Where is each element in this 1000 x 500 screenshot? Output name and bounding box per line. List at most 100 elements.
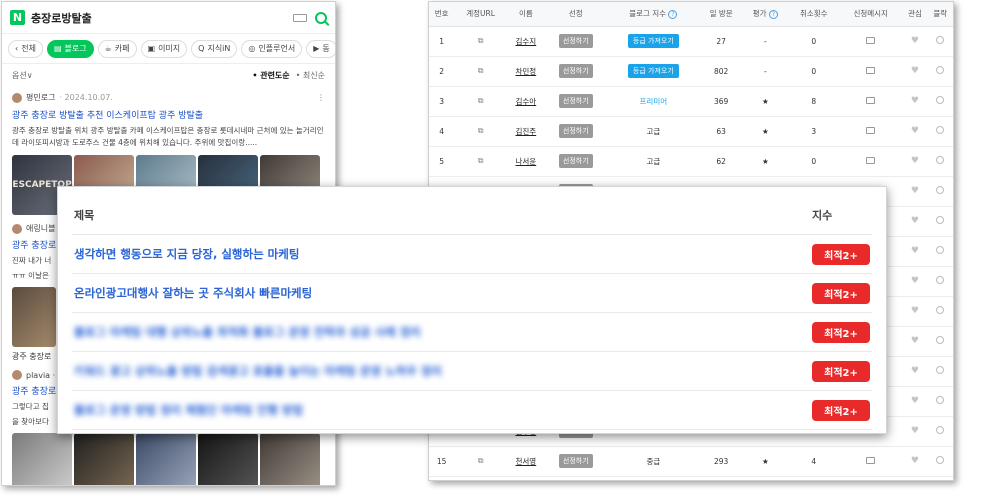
naver-logo[interactable]: N — [10, 10, 25, 25]
block-icon[interactable] — [936, 246, 945, 254]
block-icon[interactable] — [936, 426, 945, 434]
message-icon[interactable] — [866, 156, 876, 164]
row-number: 1 — [429, 26, 455, 57]
tab-influencer[interactable]: ◎ 인플루언서 — [241, 39, 303, 58]
blogger-name-link[interactable]: 김수아 — [516, 97, 537, 106]
external-link-icon[interactable]: ⧉ — [478, 156, 484, 165]
block-icon[interactable] — [936, 126, 945, 134]
thumbnail-image[interactable] — [74, 433, 134, 485]
avatar[interactable] — [12, 370, 22, 380]
post-description[interactable]: 광주 충장로 방탈출 위치 광주 방탈출 카페 이스케이프탑은 충장로 롯데시네… — [12, 125, 325, 149]
fetch-grade-button[interactable]: 등급 가져오기 — [627, 34, 679, 48]
external-link-icon[interactable]: ⧉ — [478, 96, 484, 105]
avatar[interactable] — [12, 92, 22, 103]
tab-blog[interactable]: ▤ 블로그 — [46, 39, 94, 58]
external-link-icon[interactable]: ⧉ — [478, 36, 484, 45]
heart-icon[interactable]: ♥ — [911, 426, 919, 436]
post-title-link[interactable]: 키워드 광고 상위노출 방법 검색광고 효율을 높이는 마케팅 운영 노하우 정… — [72, 363, 812, 379]
block-icon[interactable] — [936, 36, 945, 44]
tab-video[interactable]: ▶ 동 — [306, 39, 335, 58]
blogger-name-link[interactable]: 김수지 — [516, 37, 537, 46]
message-icon[interactable] — [866, 126, 876, 134]
blogger-name-link[interactable]: 천서영 — [516, 457, 537, 466]
post-title-link[interactable]: 블로그 운영 방법 정리 체험단 마케팅 진행 방법 — [72, 402, 812, 418]
thumbnail-image[interactable] — [12, 433, 72, 485]
message-icon[interactable] — [866, 96, 876, 104]
post-title-link[interactable]: 생각하면 행동으로 지금 당장, 실행하는 마케팅 — [72, 246, 812, 262]
search-header: N 충장로방탈출 — [2, 2, 335, 34]
heart-icon[interactable]: ♥ — [911, 246, 919, 256]
select-button[interactable]: 선정하기 — [558, 94, 593, 108]
message-icon[interactable] — [866, 36, 876, 44]
select-button[interactable]: 선정하기 — [558, 454, 593, 468]
block-icon[interactable] — [936, 366, 945, 374]
external-link-icon[interactable]: ⧉ — [478, 66, 484, 75]
blogger-name-link[interactable]: 차민정 — [516, 67, 537, 76]
blogger-name-link[interactable]: 나서윤 — [516, 157, 537, 166]
block-icon[interactable] — [936, 66, 945, 74]
heart-icon[interactable]: ♥ — [911, 156, 919, 166]
block-icon[interactable] — [936, 306, 945, 314]
help-icon[interactable]: ? — [668, 9, 678, 19]
table-row: 3 ⧉ 김수아 선정하기 프리미어 369 ★ 8 ♥ — [429, 86, 953, 117]
daily-visits: 62 — [699, 146, 743, 177]
col-number: 번호 — [429, 2, 455, 27]
thumbnail-image[interactable] — [12, 287, 56, 347]
block-icon[interactable] — [936, 336, 945, 344]
tab-all[interactable]: ‹ 전체 — [8, 39, 43, 58]
external-link-icon[interactable]: ⧉ — [478, 126, 484, 135]
options-dropdown[interactable]: 옵션 — [12, 70, 27, 81]
heart-icon[interactable]: ♥ — [911, 216, 919, 226]
thumbnail-image[interactable] — [198, 433, 258, 485]
select-button[interactable]: 선정하기 — [558, 124, 593, 138]
heart-icon[interactable]: ♥ — [911, 456, 919, 466]
search-icon[interactable] — [315, 11, 327, 24]
heart-icon[interactable]: ♥ — [911, 366, 919, 376]
blogger-name-link[interactable]: 김진주 — [516, 127, 537, 136]
tab-cafe[interactable]: ☕ 카페 — [97, 39, 137, 58]
post-title-link[interactable]: 온라인광고대행사 잘하는 곳 주식회사 빠른마케팅 — [72, 285, 812, 301]
block-icon[interactable] — [936, 156, 945, 164]
block-icon[interactable] — [936, 276, 945, 284]
avatar[interactable] — [12, 223, 22, 234]
heart-icon[interactable]: ♥ — [911, 96, 919, 106]
tab-kin[interactable]: Q 지식iN — [191, 39, 238, 58]
post-title[interactable]: 광주 충장로 방탈출 추천 이스케이프탑 광주 방탈출 — [12, 108, 325, 121]
select-button[interactable]: 선정하기 — [558, 34, 593, 48]
post-author[interactable]: 평민로그 — [26, 92, 55, 103]
select-button[interactable]: 선정하기 — [558, 64, 593, 78]
thumbnail-image[interactable] — [260, 433, 320, 485]
message-icon[interactable] — [866, 456, 876, 464]
heart-icon[interactable]: ♥ — [911, 306, 919, 316]
heart-icon[interactable]: ♥ — [911, 336, 919, 346]
tab-image[interactable]: ▣ 이미지 — [140, 39, 188, 58]
heart-icon[interactable]: ♥ — [911, 36, 919, 46]
external-link-icon[interactable]: ⧉ — [478, 456, 484, 465]
post-title-link[interactable]: 블로그 마케팅 대행 상위노출 최적화 블로그 운영 전략과 성공 사례 정리 — [72, 324, 812, 340]
block-icon[interactable] — [936, 216, 945, 224]
block-icon[interactable] — [936, 456, 945, 464]
thumbnail-image[interactable] — [136, 433, 196, 485]
sort-latest[interactable]: • 최신순 — [296, 70, 325, 81]
message-icon[interactable] — [866, 66, 876, 74]
col-name: 이름 — [506, 2, 545, 27]
col-daily-visits: 일 방문 — [699, 2, 743, 27]
heart-icon[interactable]: ♥ — [911, 276, 919, 286]
heart-icon[interactable]: ♥ — [911, 126, 919, 136]
post-thumbnails — [12, 433, 325, 485]
block-icon[interactable] — [936, 396, 945, 404]
kebab-menu-icon[interactable]: ⋮ — [317, 93, 325, 102]
fetch-grade-button[interactable]: 등급 가져오기 — [627, 64, 679, 78]
select-button[interactable]: 선정하기 — [558, 154, 593, 168]
help-icon[interactable]: ? — [768, 9, 778, 19]
search-query[interactable]: 충장로방탈출 — [31, 10, 293, 26]
heart-icon[interactable]: ♥ — [911, 396, 919, 406]
keyboard-icon[interactable] — [293, 13, 307, 22]
block-icon[interactable] — [936, 96, 945, 104]
sort-relevance[interactable]: • 관련도순 — [252, 70, 289, 81]
heart-icon[interactable]: ♥ — [911, 186, 919, 196]
post-author[interactable]: 애링니블 — [26, 223, 55, 234]
block-icon[interactable] — [936, 186, 945, 194]
ranking-row: 블로그 마케팅 대행 상위노출 최적화 블로그 운영 전략과 성공 사례 정리 최… — [72, 313, 872, 352]
heart-icon[interactable]: ♥ — [911, 66, 919, 76]
